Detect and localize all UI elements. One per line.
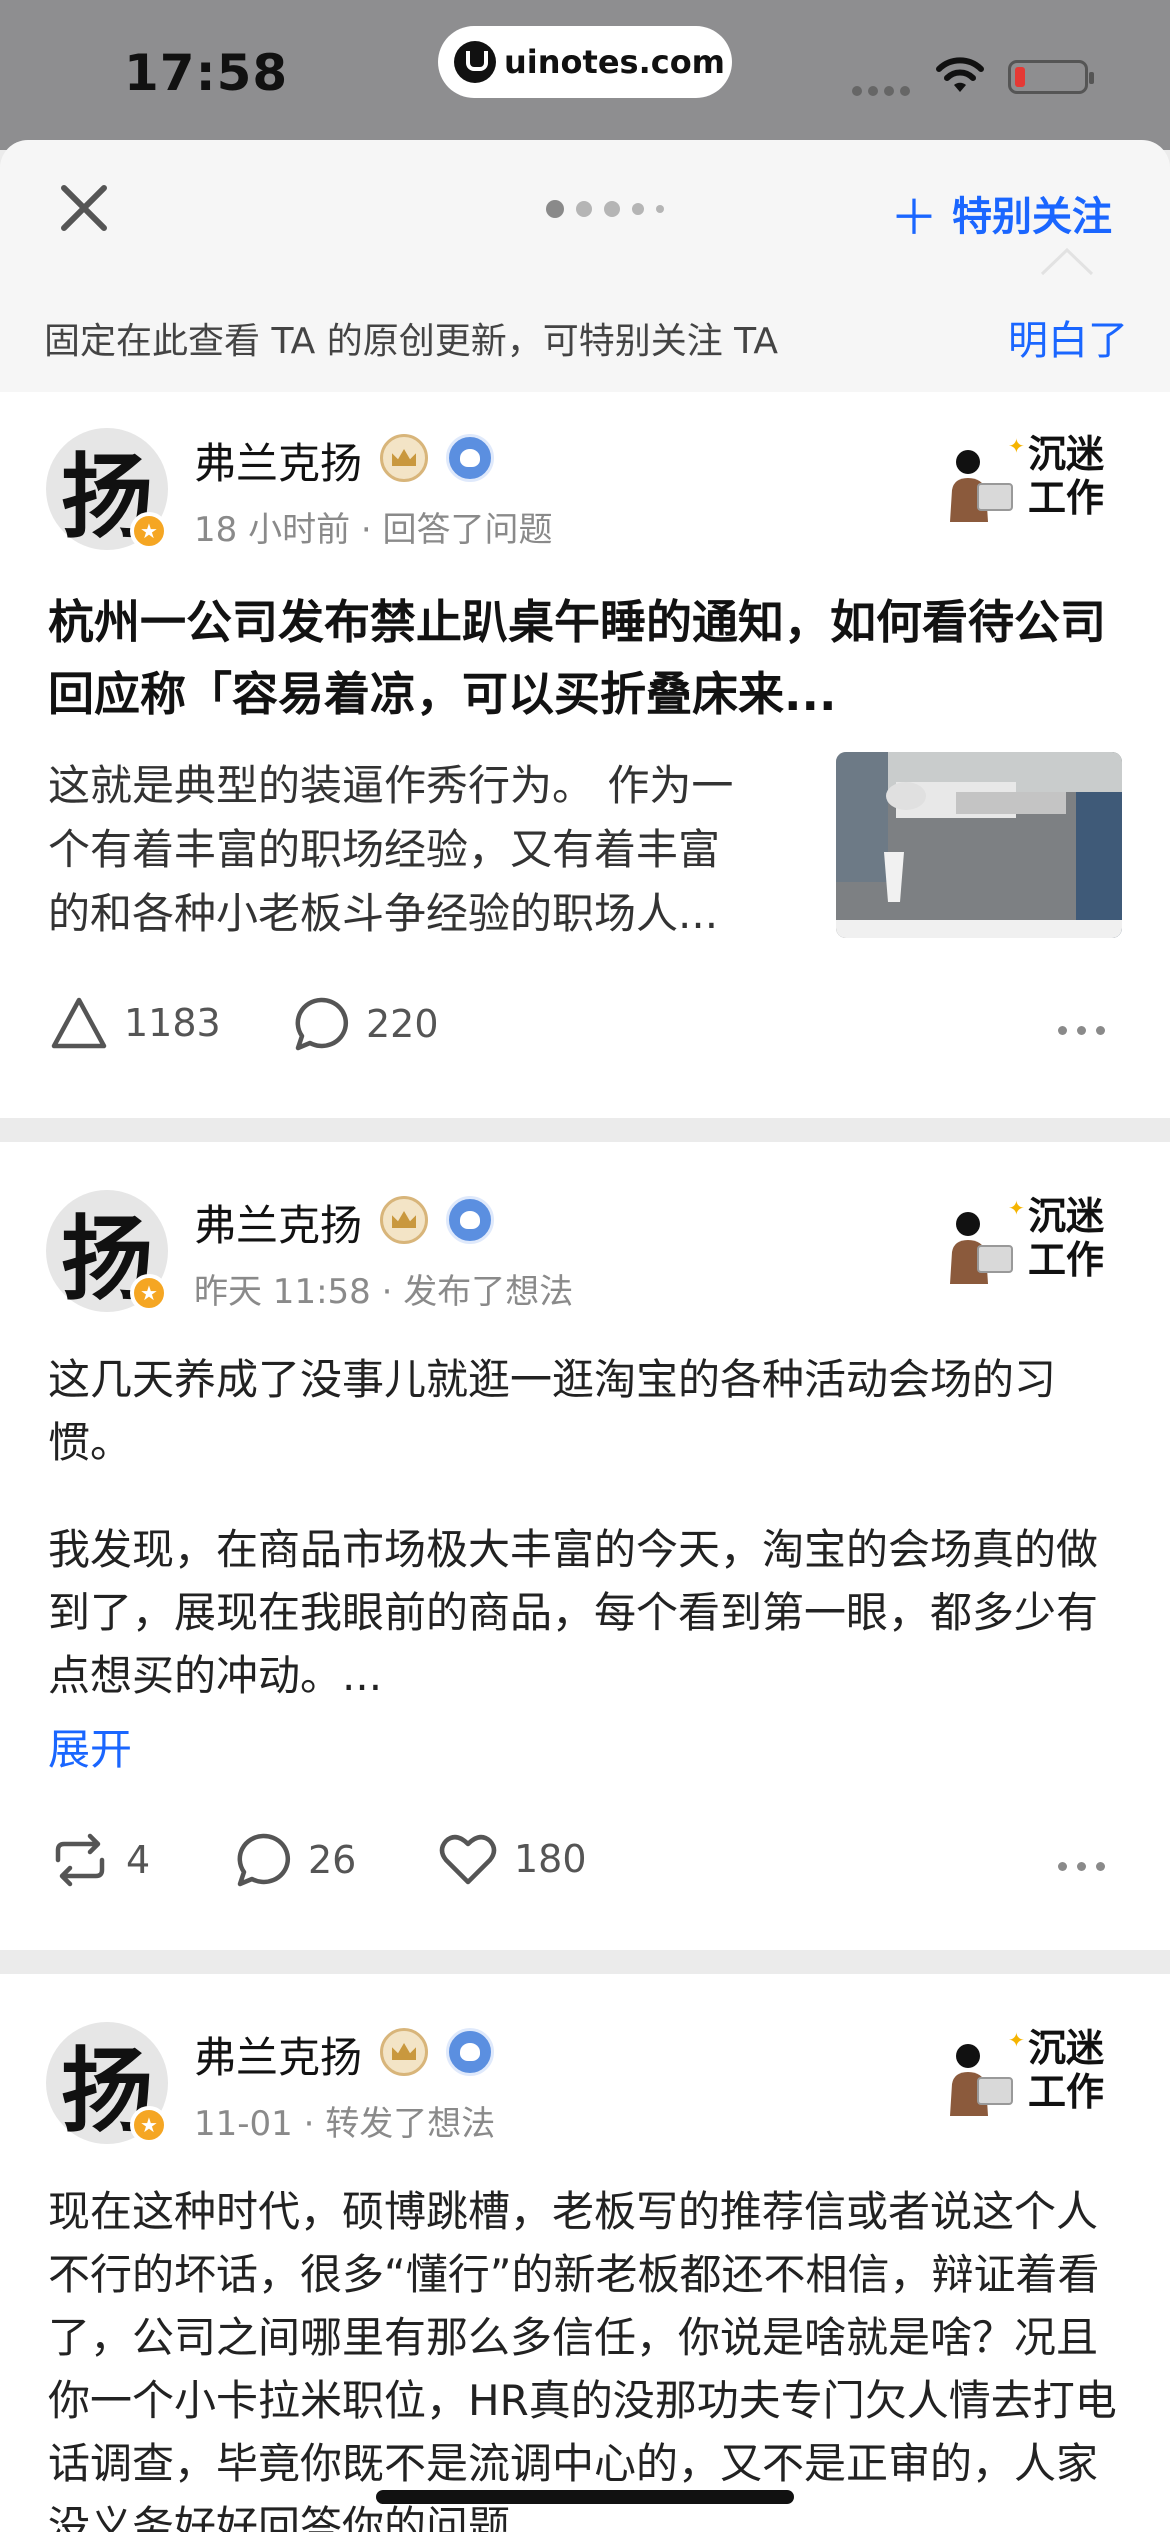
got-it-button[interactable]: 明白了 bbox=[1008, 308, 1128, 366]
comment-icon bbox=[295, 997, 349, 1051]
author-name[interactable]: 弗兰克扬 bbox=[194, 430, 362, 491]
repost-button[interactable]: 4 bbox=[50, 1832, 150, 1888]
upvote-count: 1183 bbox=[124, 1001, 221, 1045]
author-name[interactable]: 弗兰克扬 bbox=[194, 1192, 362, 1253]
person-icon bbox=[950, 1212, 1013, 1284]
thought-paragraph[interactable]: 这几天养成了没事儿就逛一逛淘宝的各种活动会场的习惯。 bbox=[48, 1348, 1128, 1474]
star-badge-icon: ★ bbox=[130, 2106, 168, 2144]
avatar[interactable]: 扬 ★ bbox=[46, 2022, 168, 2145]
status-time: 17:58 bbox=[124, 44, 289, 102]
brand-logo: ✦ 沉迷 工作 bbox=[946, 2026, 1120, 2116]
thought-paragraph[interactable]: 我发现，在商品市场极大丰富的今天，淘宝的会场真的做到了，展现在我眼前的商品，每个… bbox=[48, 1518, 1128, 1707]
excerpt-line: 这就是典型的装逼作秀行为。 作为一 bbox=[48, 761, 734, 810]
excerpt-line: 个有着丰富的职场经验，又有着丰富 bbox=[48, 825, 721, 874]
crown-badge-icon bbox=[380, 434, 429, 482]
like-count: 180 bbox=[514, 1837, 587, 1881]
site-logo-icon bbox=[454, 41, 496, 83]
feed-card-thought[interactable]: 扬 ★ 弗兰克扬 昨天 11:58 · 发布了想法 ✦ 沉迷 工作 这几天养成了… bbox=[0, 1142, 1170, 1950]
brand-logo: ✦ 沉迷 工作 bbox=[946, 432, 1120, 522]
plus-icon: ＋ bbox=[890, 190, 939, 246]
tip-text: 固定在此查看 TA 的原创更新，可特别关注 TA bbox=[44, 321, 778, 362]
sparkle-icon: ✦ bbox=[1008, 2028, 1025, 2052]
cellular-signal-icon bbox=[852, 86, 910, 96]
heart-icon bbox=[439, 1834, 497, 1885]
like-button[interactable]: 180 bbox=[438, 1832, 587, 1886]
feed-card-answer[interactable]: 扬 ★ 弗兰克扬 18 小时前 · 回答了问题 ✦ 沉迷 工作 杭州一公司发布禁… bbox=[0, 392, 1170, 1118]
comment-count: 220 bbox=[366, 1002, 439, 1046]
brand-line-1: 沉迷 bbox=[1028, 1193, 1105, 1238]
star-badge-icon: ★ bbox=[130, 512, 168, 550]
status-bar: 17:58 uinotes.com bbox=[0, 0, 1170, 150]
answer-thumbnail[interactable] bbox=[836, 752, 1122, 938]
comment-count: 26 bbox=[308, 1838, 357, 1882]
action-bar: 4 26 180 bbox=[0, 1832, 1170, 1902]
post-meta: 昨天 11:58 · 发布了想法 bbox=[194, 1272, 574, 1312]
more-icon[interactable] bbox=[1058, 1862, 1105, 1871]
repost-count: 4 bbox=[126, 1838, 151, 1882]
mascot-badge-icon bbox=[446, 1196, 495, 1244]
mascot-badge-icon bbox=[446, 434, 495, 482]
action-bar: 1183 220 bbox=[0, 996, 1170, 1066]
comment-button[interactable]: 220 bbox=[292, 996, 439, 1052]
avatar[interactable]: 扬 ★ bbox=[46, 428, 168, 551]
comment-icon bbox=[237, 1833, 291, 1887]
brand-line-2: 工作 bbox=[1028, 1237, 1105, 1282]
comment-button[interactable]: 26 bbox=[234, 1832, 356, 1888]
sparkle-icon: ✦ bbox=[1008, 434, 1025, 458]
more-icon[interactable] bbox=[1058, 1026, 1105, 1035]
star-badge-icon: ★ bbox=[130, 1274, 168, 1312]
home-indicator bbox=[376, 2490, 794, 2504]
question-title[interactable]: 杭州一公司发布禁止趴桌午睡的通知，如何看待公司回应称「容易着凉，可以买折叠床来.… bbox=[48, 586, 1128, 730]
avatar[interactable]: 扬 ★ bbox=[46, 1190, 168, 1313]
page-indicator bbox=[546, 200, 664, 218]
mascot-badge-icon bbox=[446, 2028, 495, 2076]
crown-badge-icon bbox=[380, 1196, 429, 1244]
battery-icon bbox=[1008, 60, 1094, 94]
repost-icon bbox=[55, 1833, 105, 1887]
url-pill[interactable]: uinotes.com bbox=[438, 26, 732, 98]
sheet-header: ＋ 特别关注 固定在此查看 TA 的原创更新，可特别关注 TA 明白了 bbox=[0, 140, 1170, 392]
feed-card-repost[interactable]: 扬 ★ 弗兰克扬 11-01 · 转发了想法 ✦ 沉迷 工作 现在这种时代，硕博… bbox=[0, 1974, 1170, 2532]
author-name[interactable]: 弗兰克扬 bbox=[194, 2024, 362, 2085]
close-icon[interactable] bbox=[58, 182, 110, 234]
brand-line-2: 工作 bbox=[1028, 2069, 1105, 2114]
post-meta: 18 小时前 · 回答了问题 bbox=[194, 510, 553, 550]
brand-line-2: 工作 bbox=[1028, 475, 1105, 520]
url-text: uinotes.com bbox=[504, 43, 726, 81]
expand-link[interactable]: 展开 bbox=[48, 1716, 132, 1777]
special-follow-button[interactable]: ＋ 特别关注 bbox=[890, 178, 1112, 248]
brand-line-1: 沉迷 bbox=[1028, 2025, 1105, 2070]
brand-logo: ✦ 沉迷 工作 bbox=[946, 1194, 1120, 1284]
brand-line-1: 沉迷 bbox=[1028, 431, 1105, 476]
post-meta: 11-01 · 转发了想法 bbox=[194, 2104, 496, 2144]
crown-badge-icon bbox=[380, 2028, 429, 2076]
upvote-button[interactable]: 1183 bbox=[50, 996, 221, 1050]
person-icon bbox=[950, 450, 1013, 522]
sparkle-icon: ✦ bbox=[1008, 1196, 1025, 1220]
tooltip-arrow-icon bbox=[1040, 247, 1094, 276]
wifi-icon bbox=[936, 57, 984, 92]
special-follow-label: 特别关注 bbox=[952, 194, 1113, 240]
answer-excerpt[interactable]: 这就是典型的装逼作秀行为。 作为一 个有着丰富的职场经验，又有着丰富 的和各种小… bbox=[48, 754, 733, 946]
upvote-icon bbox=[51, 997, 107, 1049]
thought-paragraph[interactable]: 现在这种时代，硕博跳槽，老板写的推荐信或者说这个人不行的坏话，很多“懂行”的新老… bbox=[48, 2180, 1128, 2532]
person-icon bbox=[950, 2044, 1013, 2116]
excerpt-line: 的和各种小老板斗争经验的职场人... bbox=[48, 889, 719, 938]
